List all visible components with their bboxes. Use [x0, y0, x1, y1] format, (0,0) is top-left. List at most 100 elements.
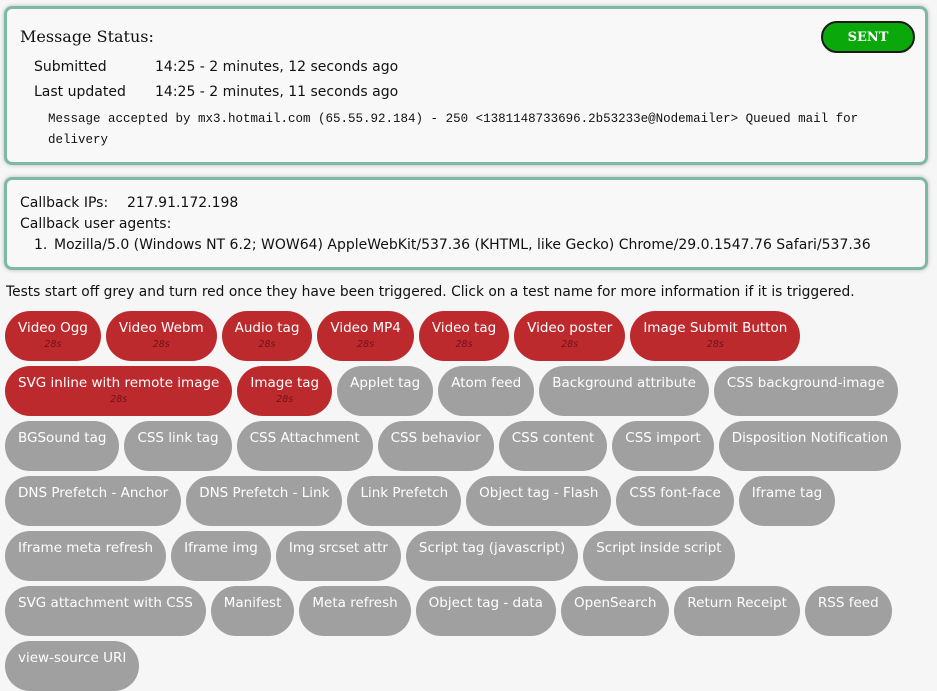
- test-button[interactable]: Object tag - data: [415, 586, 556, 636]
- last-updated-row: Last updated 14:25 - 2 minutes, 11 second…: [34, 84, 398, 100]
- test-trigger-time: 28s: [44, 339, 62, 350]
- test-label: Image Submit Button: [643, 320, 788, 336]
- test-button[interactable]: Link Prefetch: [347, 476, 462, 526]
- callback-ips-label: Callback IPs:: [20, 195, 109, 211]
- test-button[interactable]: Iframe meta refresh: [5, 531, 167, 581]
- test-button[interactable]: DNS Prefetch - Anchor: [5, 476, 182, 526]
- test-button[interactable]: CSS link tag: [124, 421, 232, 471]
- test-label: CSS import: [625, 430, 701, 446]
- test-label: Disposition Notification: [731, 430, 889, 446]
- test-button[interactable]: SVG inline with remote image 28s: [5, 366, 233, 416]
- test-label: CSS behavior: [390, 430, 481, 446]
- user-agent-string: Mozilla/5.0 (Windows NT 6.2; WOW64) Appl…: [54, 237, 871, 253]
- test-label: Video poster: [527, 320, 613, 336]
- test-label: OpenSearch: [573, 595, 657, 611]
- test-button[interactable]: Manifest: [210, 586, 295, 636]
- test-button[interactable]: CSS background-image: [713, 366, 898, 416]
- test-trigger-time: 28s: [110, 394, 128, 405]
- test-label: Video MP4: [330, 320, 401, 336]
- callback-ips-row: Callback IPs: 217.91.172.198: [20, 195, 238, 211]
- test-label: Background attribute: [552, 375, 696, 391]
- test-label: Iframe tag: [751, 485, 823, 501]
- test-label: Video tag: [431, 320, 497, 336]
- sent-status-button[interactable]: SENT: [821, 21, 915, 53]
- submitted-value: 14:25 - 2 minutes, 12 seconds ago: [155, 59, 399, 75]
- test-trigger-time: 28s: [357, 339, 375, 350]
- test-label: Script inside script: [596, 540, 722, 556]
- test-label: Audio tag: [234, 320, 300, 336]
- test-button[interactable]: Applet tag: [337, 366, 434, 416]
- test-button[interactable]: Audio tag 28s: [221, 311, 313, 361]
- test-list: Video Ogg 28s Video Webm 28s Audio tag 28s Vid…: [5, 311, 935, 691]
- test-label: Video Ogg: [18, 320, 88, 336]
- test-label: Meta refresh: [312, 595, 398, 611]
- test-button[interactable]: OpenSearch: [560, 586, 670, 636]
- test-button[interactable]: Iframe img: [171, 531, 271, 581]
- test-label: BGSound tag: [18, 430, 107, 446]
- last-updated-value: 14:25 - 2 minutes, 11 seconds ago: [155, 84, 399, 100]
- test-label: view-source URI: [18, 650, 127, 666]
- status-title: Message Status:: [20, 27, 154, 46]
- test-label: Return Receipt: [687, 595, 787, 611]
- test-button[interactable]: Video MP4 28s: [317, 311, 414, 361]
- test-label: Object tag - Flash: [479, 485, 599, 501]
- test-label: Image tag: [250, 375, 320, 391]
- test-trigger-time: 28s: [258, 339, 276, 350]
- test-button[interactable]: Meta refresh: [299, 586, 411, 636]
- test-button[interactable]: CSS behavior: [377, 421, 494, 471]
- test-label: Video Webm: [118, 320, 204, 336]
- test-button[interactable]: Video poster 28s: [514, 311, 626, 361]
- test-label: RSS feed: [817, 595, 879, 611]
- submitted-row: Submitted 14:25 - 2 minutes, 12 seconds a…: [34, 59, 398, 75]
- test-label: DNS Prefetch - Link: [199, 485, 330, 501]
- callback-ips-value: 217.91.172.198: [127, 195, 239, 211]
- test-button[interactable]: DNS Prefetch - Link: [186, 476, 343, 526]
- test-button[interactable]: RSS feed: [804, 586, 892, 636]
- test-label: DNS Prefetch - Anchor: [18, 485, 169, 501]
- test-trigger-time: 28s: [706, 339, 724, 350]
- test-button[interactable]: CSS import: [612, 421, 714, 471]
- test-button[interactable]: Object tag - Flash: [466, 476, 612, 526]
- test-button[interactable]: Image Submit Button 28s: [630, 311, 801, 361]
- test-button[interactable]: Disposition Notification: [718, 421, 902, 471]
- test-button[interactable]: Video Ogg 28s: [5, 311, 101, 361]
- test-label: Iframe img: [184, 540, 258, 556]
- test-button[interactable]: CSS font-face: [616, 476, 734, 526]
- test-trigger-time: 28s: [276, 394, 294, 405]
- test-label: CSS link tag: [137, 430, 219, 446]
- user-agent-item: 1. Mozilla/5.0 (Windows NT 6.2; WOW64) Ap…: [34, 237, 871, 253]
- submitted-label: Submitted: [34, 59, 107, 75]
- test-button[interactable]: SVG attachment with CSS: [5, 586, 206, 636]
- test-button[interactable]: Iframe tag: [738, 476, 836, 526]
- user-agent-number: 1.: [34, 237, 48, 253]
- test-button[interactable]: Video tag 28s: [418, 311, 510, 361]
- test-button[interactable]: Script inside script: [583, 531, 735, 581]
- test-button[interactable]: Img srcset attr: [275, 531, 401, 581]
- test-button[interactable]: Atom feed: [438, 366, 535, 416]
- test-label: Manifest: [223, 595, 282, 611]
- test-button[interactable]: Image tag 28s: [237, 366, 333, 416]
- test-button[interactable]: Script tag (javascript): [405, 531, 579, 581]
- test-trigger-time: 28s: [152, 339, 170, 350]
- test-button[interactable]: view-source URI: [5, 641, 140, 691]
- callback-agents-label: Callback user agents:: [20, 216, 172, 232]
- tests-intro: Tests start off grey and turn red once t…: [6, 284, 855, 300]
- test-button[interactable]: BGSound tag: [5, 421, 120, 471]
- test-button[interactable]: Video Webm 28s: [105, 311, 217, 361]
- test-label: SVG inline with remote image: [18, 375, 220, 391]
- test-button[interactable]: Background attribute: [539, 366, 709, 416]
- test-label: Atom feed: [451, 375, 522, 391]
- test-label: Link Prefetch: [360, 485, 449, 501]
- test-label: Script tag (javascript): [418, 540, 566, 556]
- test-trigger-time: 28s: [455, 339, 473, 350]
- test-button[interactable]: Return Receipt: [674, 586, 800, 636]
- last-updated-label: Last updated: [34, 84, 126, 100]
- test-label: Img srcset attr: [288, 540, 388, 556]
- test-label: Object tag - data: [428, 595, 543, 611]
- test-button[interactable]: CSS content: [498, 421, 608, 471]
- test-label: Iframe meta refresh: [18, 540, 154, 556]
- test-button[interactable]: CSS Attachment: [236, 421, 373, 471]
- test-label: CSS Attachment: [249, 430, 360, 446]
- test-trigger-time: 28s: [561, 339, 579, 350]
- test-label: CSS font-face: [629, 485, 721, 501]
